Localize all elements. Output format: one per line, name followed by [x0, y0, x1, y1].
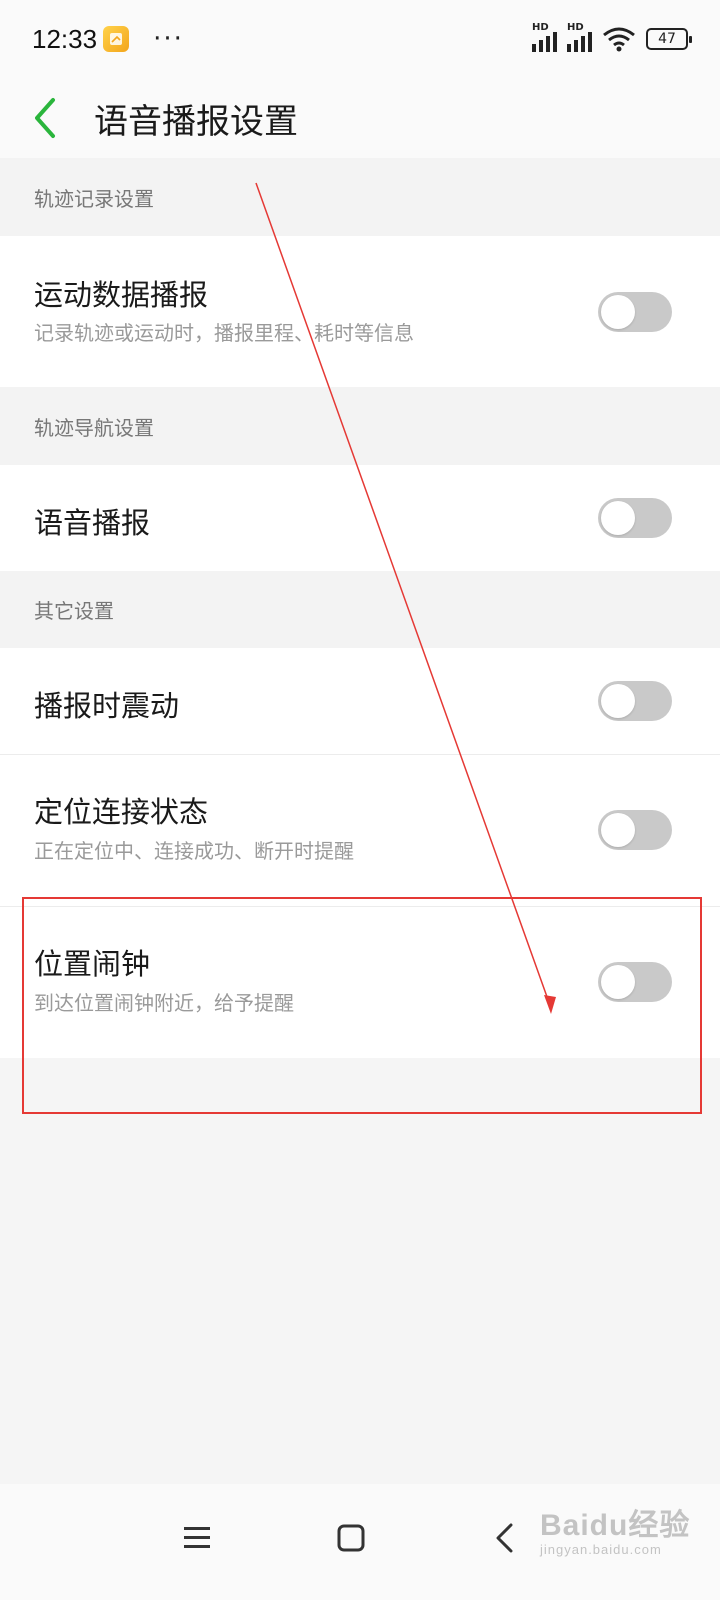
status-bar: 12:33 ··· HD HD 47	[0, 0, 720, 78]
toggle-knob	[601, 813, 635, 847]
watermark-url: jingyan.baidu.com	[540, 1542, 662, 1557]
toggle-knob	[601, 684, 635, 718]
section-label: 其它设置	[34, 599, 114, 623]
more-notifications-icon: ···	[153, 24, 184, 54]
motion-data-toggle[interactable]	[598, 292, 672, 332]
setting-row-location-status[interactable]: 定位连接状态 正在定位中、连接成功、断开时提醒	[0, 755, 720, 906]
vibrate-toggle[interactable]	[598, 681, 672, 721]
menu-button[interactable]	[167, 1508, 227, 1568]
setting-row-vibrate[interactable]: 播报时震动	[0, 648, 720, 754]
page-title: 语音播报设置	[94, 101, 298, 142]
nav-header: 语音播报设置	[0, 78, 720, 158]
wifi-icon	[603, 27, 635, 52]
toggle-knob	[601, 295, 635, 329]
row-subtitle: 正在定位中、连接成功、断开时提醒	[34, 839, 354, 863]
system-back-button[interactable]	[474, 1508, 534, 1568]
row-title: 运动数据播报	[34, 278, 209, 312]
voice-broadcast-toggle[interactable]	[598, 498, 672, 538]
chevron-left-icon	[496, 1523, 513, 1553]
row-title: 播报时震动	[34, 689, 180, 723]
setting-row-voice-broadcast[interactable]: 语音播报	[0, 465, 720, 571]
signal-1-icon: HD	[532, 22, 557, 52]
toggle-knob	[601, 501, 635, 535]
row-subtitle: 记录轨迹或运动时，播报里程、耗时等信息	[34, 321, 414, 345]
section-header-track-navigation: 轨迹导航设置	[0, 387, 720, 465]
battery-level: 47	[658, 31, 676, 47]
status-time: 12:33	[32, 23, 98, 54]
home-square-icon	[337, 1524, 365, 1552]
watermark-logo: Baidu经验	[540, 1509, 691, 1542]
row-title: 定位连接状态	[34, 795, 209, 829]
baidu-jingyan-watermark: Baidu经验 jingyan.baidu.com	[540, 1500, 700, 1560]
row-title: 语音播报	[34, 506, 151, 540]
menu-icon	[184, 1527, 210, 1548]
battery-icon: 47	[646, 28, 692, 50]
section-header-track-record: 轨迹记录设置	[0, 158, 720, 236]
back-button[interactable]	[0, 78, 90, 158]
section-label: 轨迹记录设置	[34, 186, 154, 211]
section-header-other: 其它设置	[0, 571, 720, 648]
signal-2-icon: HD	[567, 22, 592, 52]
setting-row-motion-data[interactable]: 运动数据播报 记录轨迹或运动时，播报里程、耗时等信息	[0, 236, 720, 387]
chevron-left-icon	[35, 98, 55, 138]
notification-app-icon	[103, 26, 130, 52]
home-button[interactable]	[321, 1508, 381, 1568]
section-label: 轨迹导航设置	[34, 415, 154, 440]
location-status-toggle[interactable]	[598, 810, 672, 850]
annotation-highlight-box	[22, 897, 702, 1114]
